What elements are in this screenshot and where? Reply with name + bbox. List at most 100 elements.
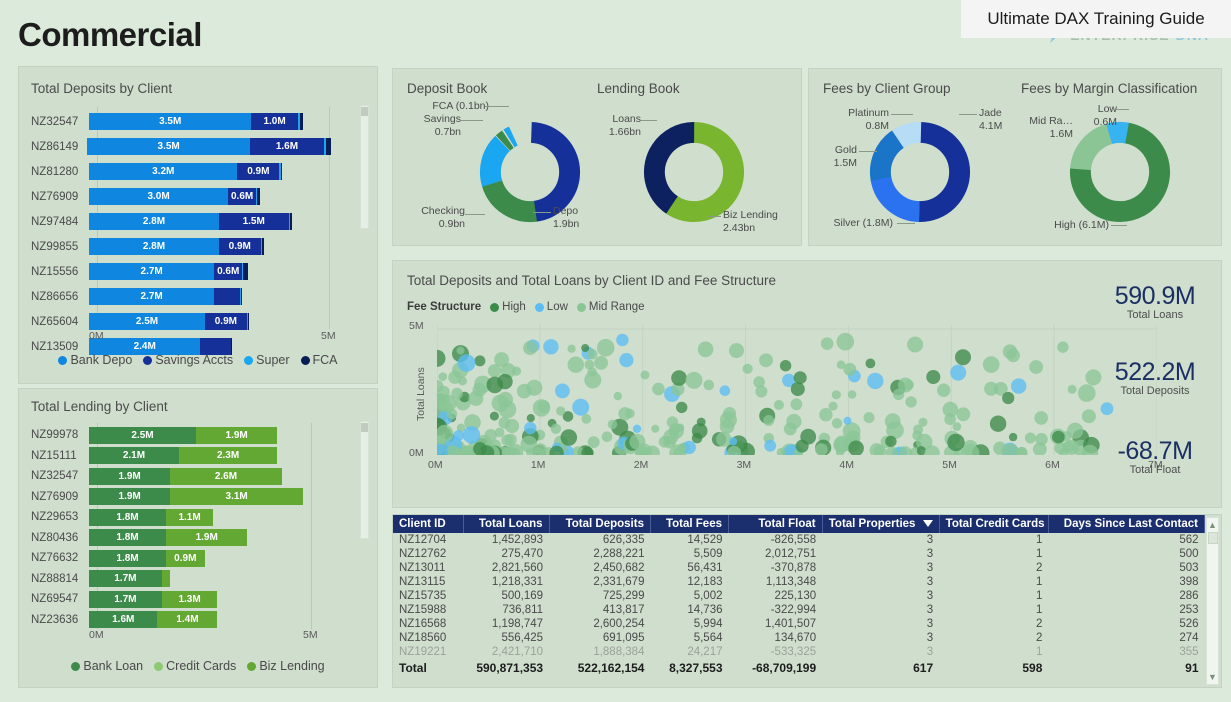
scatter-point[interactable] <box>567 356 584 373</box>
bar-row[interactable]: NZ97484 2.8M 1.5M <box>31 209 331 234</box>
bar-row[interactable]: NZ69547 1.7M 1.3M <box>31 589 321 610</box>
bar-row[interactable]: NZ81280 3.2M 0.9M <box>31 159 331 184</box>
scatter-legend-item-high[interactable]: High <box>490 301 526 313</box>
scatter-point[interactable] <box>847 390 857 399</box>
scatter-point[interactable] <box>1057 341 1069 353</box>
scatter-point[interactable] <box>658 436 671 448</box>
scatter-point[interactable] <box>584 371 602 389</box>
scatter-point[interactable] <box>556 406 566 416</box>
scatter-point[interactable] <box>438 372 448 381</box>
bar-segment[interactable]: 1.3M <box>161 590 218 608</box>
legend-item[interactable]: Savings Accts <box>143 353 233 367</box>
scatter-point[interactable] <box>676 401 688 414</box>
bar-segment[interactable]: 0.9M <box>237 163 280 180</box>
bar-segment[interactable]: 1.6M <box>249 138 325 155</box>
scatter-point[interactable] <box>601 431 613 442</box>
scatter-point[interactable] <box>831 418 843 429</box>
scatter-point[interactable] <box>456 346 465 355</box>
scatter-point[interactable] <box>764 439 777 452</box>
deposits-scrollbar[interactable] <box>360 105 369 229</box>
scatter-point[interactable] <box>716 431 732 447</box>
scatter-point[interactable] <box>719 411 737 429</box>
bar-segment[interactable] <box>240 288 242 305</box>
scatter-point[interactable] <box>947 433 965 452</box>
lending-scrollbar[interactable] <box>360 421 369 539</box>
scatter-point[interactable] <box>691 423 708 439</box>
scatter-point[interactable] <box>753 376 765 388</box>
scatter-point[interactable] <box>828 401 838 411</box>
bar-segment[interactable] <box>280 163 282 180</box>
scatter-point[interactable] <box>956 407 971 422</box>
bar-row[interactable]: NZ76909 1.9M 3.1M <box>31 487 321 508</box>
scatter-point[interactable] <box>451 387 463 400</box>
table-row[interactable]: NZ16568 1,198,747 2,600,254 5,994 1,401,507 3… <box>393 617 1205 631</box>
scatter-point[interactable] <box>729 343 744 359</box>
scatter-point[interactable] <box>742 363 753 374</box>
scatter-point[interactable] <box>1052 430 1065 444</box>
bar-row[interactable]: NZ32547 1.9M 2.6M <box>31 466 321 487</box>
bar-segment[interactable]: 2.6M <box>170 467 282 485</box>
bar-row[interactable]: NZ65604 2.5M 0.9M <box>31 309 331 334</box>
scatter-point[interactable] <box>1002 344 1018 359</box>
scatter-point[interactable] <box>567 344 576 353</box>
scatter-point[interactable] <box>618 407 632 421</box>
fees-client-group-donut[interactable] <box>865 117 975 227</box>
bar-segment[interactable] <box>262 238 265 255</box>
bar-segment[interactable]: 1.0M <box>251 113 298 130</box>
scatter-point[interactable] <box>526 414 535 423</box>
scatter-point[interactable] <box>596 338 615 357</box>
table-row[interactable]: NZ12704 1,452,893 626,335 14,529 -826,558 3 1 5… <box>393 533 1205 547</box>
scatter-point[interactable] <box>955 349 971 366</box>
scatter-point[interactable] <box>790 382 805 397</box>
bar-segment[interactable]: 1.8M <box>89 508 167 526</box>
scatter-point[interactable] <box>1002 391 1015 405</box>
col-days-since-contact[interactable]: Days Since Last Contact <box>1048 515 1206 533</box>
table-row[interactable]: NZ13115 1,218,331 2,331,679 12,183 1,113,348… <box>393 575 1205 589</box>
scatter-point[interactable] <box>1078 384 1096 402</box>
bar-row[interactable]: NZ88814 1.7M <box>31 569 321 590</box>
table-row[interactable]: NZ18560 556,425 691,095 5,564 134,670 3 2 274 <box>393 631 1205 645</box>
bar-segment[interactable]: 1.8M <box>89 529 167 547</box>
scatter-point[interactable] <box>905 396 917 408</box>
bar-row[interactable]: NZ32547 3.5M 1.0M <box>31 109 331 134</box>
scatter-legend-item-low[interactable]: Low <box>534 301 568 313</box>
col-total-fees[interactable]: Total Fees <box>650 515 730 533</box>
total-lending-bar-chart[interactable]: NZ99978 2.5M 1.9M NZ15111 2.1M 2.3M NZ32547 1.9… <box>19 389 377 687</box>
scatter-point[interactable] <box>728 437 738 446</box>
scatter-point[interactable] <box>523 340 538 355</box>
scatter-point[interactable] <box>993 441 1007 455</box>
scatter-point[interactable] <box>537 400 550 413</box>
scroll-up-icon[interactable]: ▲ <box>1208 520 1217 530</box>
scatter-point[interactable] <box>1034 411 1048 425</box>
scatter-point[interactable] <box>867 372 884 390</box>
table-row[interactable]: NZ15735 500,169 725,299 5,002 225,130 3 1 286 <box>393 589 1205 603</box>
bar-segment[interactable]: 1.8M <box>89 549 167 567</box>
bar-row[interactable]: NZ76909 3.0M 0.6M <box>31 184 331 209</box>
table-scrollbar[interactable]: ▲ ▼ <box>1206 517 1219 685</box>
bar-segment[interactable]: 0.6M <box>228 188 257 205</box>
scatter-point[interactable] <box>1067 422 1084 439</box>
bar-segment[interactable]: 1.9M <box>89 467 171 485</box>
bar-segment[interactable]: 2.5M <box>89 426 196 444</box>
scatter-point[interactable] <box>863 412 875 424</box>
col-total-deposits[interactable]: Total Deposits <box>549 515 651 533</box>
scatter-point[interactable] <box>497 391 513 408</box>
bar-segment[interactable] <box>326 138 331 155</box>
scatter-point[interactable] <box>836 332 855 351</box>
scatter-point[interactable] <box>831 390 841 400</box>
scatter-point[interactable] <box>982 356 1000 373</box>
scatter-point[interactable] <box>472 383 487 397</box>
table-scrollbar-thumb[interactable] <box>1208 532 1218 544</box>
bar-segment[interactable] <box>161 570 171 588</box>
legend-item[interactable]: Bank Loan <box>71 659 143 673</box>
scatter-point[interactable] <box>703 379 715 391</box>
bar-row[interactable]: NZ86149 3.5M 1.6M <box>31 134 331 159</box>
bar-segment[interactable]: 1.5M <box>218 213 289 230</box>
scatter-point[interactable] <box>543 339 559 355</box>
scatter-point[interactable] <box>942 401 959 418</box>
scatter-point[interactable] <box>779 360 792 372</box>
scatter-point[interactable] <box>685 371 703 389</box>
scatter-point[interactable] <box>897 377 913 393</box>
scatter-point[interactable] <box>671 370 687 386</box>
scatter-point[interactable] <box>719 385 731 396</box>
